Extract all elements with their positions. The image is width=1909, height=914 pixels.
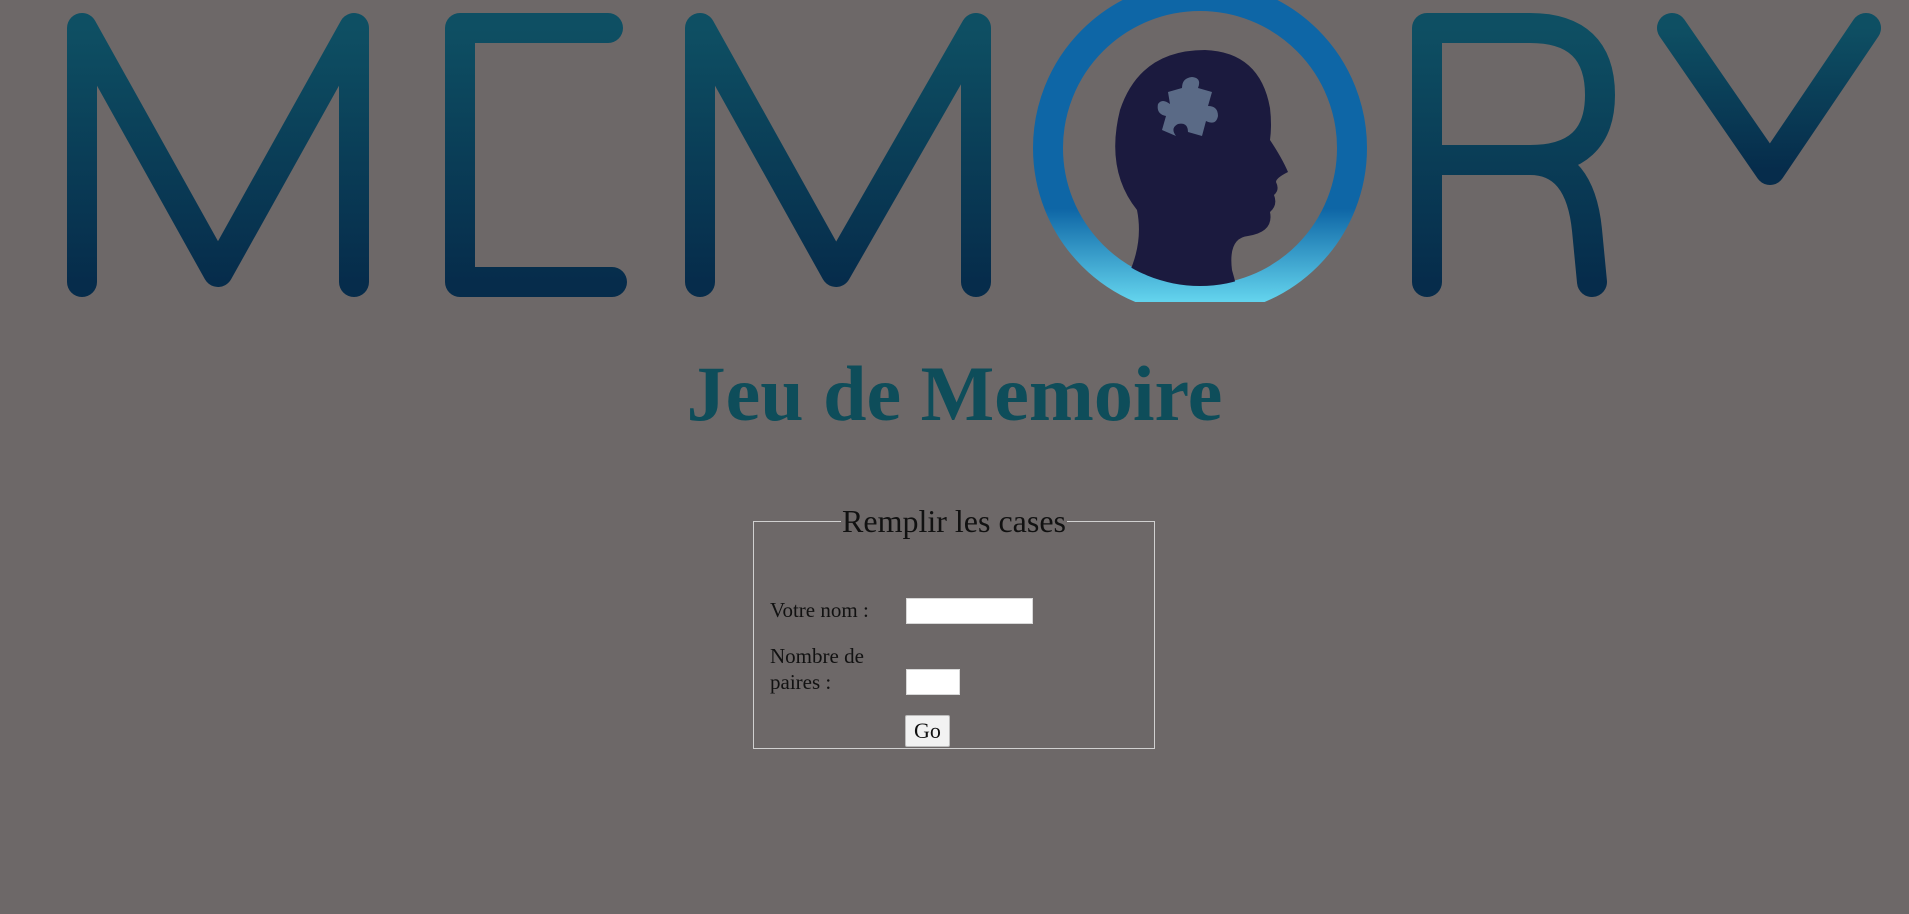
logo-letter-r — [1412, 13, 1615, 297]
pairs-input[interactable] — [906, 669, 960, 695]
pairs-label: Nombre de paires : — [770, 644, 864, 694]
name-input[interactable] — [906, 598, 1033, 624]
head-puzzle-icon — [1033, 0, 1367, 302]
go-button[interactable]: Go — [905, 715, 950, 747]
form-legend: Remplir les cases — [842, 503, 1066, 539]
form-fieldset: Remplir les cases Votre nom : Nombre de … — [753, 505, 1155, 749]
name-label: Votre nom : — [770, 598, 869, 622]
logo-letter-y — [1657, 13, 1881, 185]
memory-logo — [0, 0, 1909, 302]
page-title: Jeu de Memoire — [686, 350, 1223, 437]
logo-letter-m1 — [67, 13, 369, 297]
page: Jeu de Memoire Remplir les cases Votre n… — [0, 0, 1909, 914]
logo-letter-m2 — [685, 13, 991, 297]
memory-logo-graphic — [67, 0, 1881, 302]
